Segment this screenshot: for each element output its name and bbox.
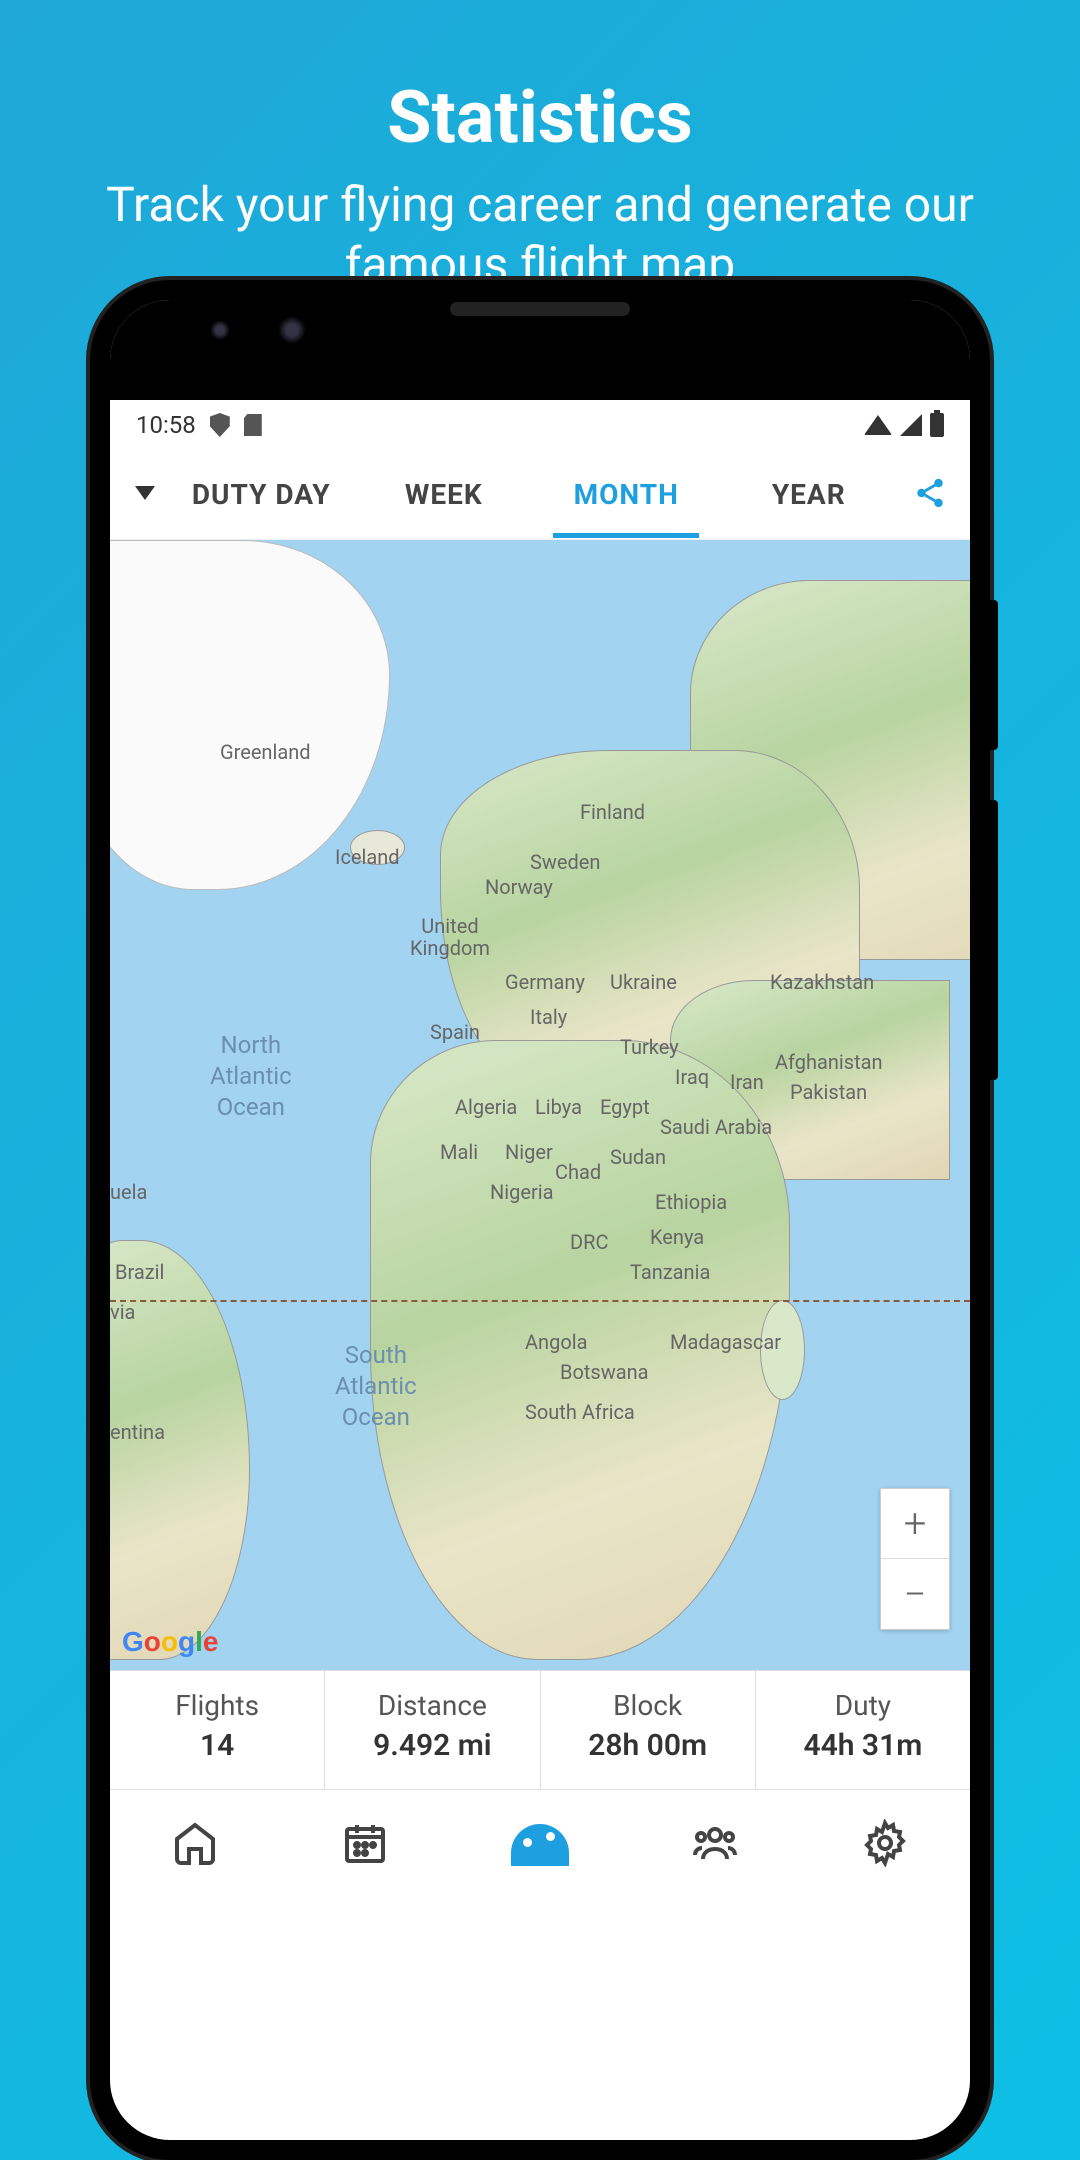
stat-block[interactable]: Block 28h 00m [541,1671,756,1789]
map-label: uela [110,1180,147,1204]
map-label: Germany [505,970,585,994]
stat-value: 44h 31m [756,1728,970,1763]
equator-line [110,1300,970,1302]
battery-icon [930,413,944,437]
map-label: Botswana [560,1360,649,1384]
calendar-icon [341,1819,389,1867]
map-label: Sudan [610,1145,666,1169]
map-label: Turkey [620,1035,679,1059]
map-label: entina [110,1420,165,1444]
map-label: Norway [485,875,553,899]
status-bar: 10:58 [110,400,970,450]
stat-value: 14 [110,1728,324,1763]
nav-home[interactable] [171,1819,219,1871]
chevron-down-icon [135,486,155,500]
people-icon [691,1819,739,1867]
stat-label: Duty [756,1689,970,1722]
tab-year[interactable]: YEAR [718,452,901,537]
period-dropdown[interactable] [120,485,170,504]
map-label: Kenya [650,1225,704,1249]
stat-label: Block [541,1689,755,1722]
map-label: Tanzania [630,1260,710,1284]
map-label: Madagascar [670,1330,781,1354]
flight-map[interactable]: Greenland Iceland Finland Sweden Norway … [110,540,970,1670]
gear-icon [861,1819,909,1867]
tab-month[interactable]: MONTH [535,452,718,537]
map-label: Egypt [600,1095,650,1119]
map-label: Italy [530,1005,567,1029]
map-label: UnitedKingdom [410,915,490,959]
map-label: Afghanistan [775,1050,883,1074]
map-label: Saudi Arabia [660,1115,772,1139]
zoom-out-button[interactable]: − [881,1559,949,1629]
ocean-label-south-atlantic: SouthAtlanticOcean [335,1340,417,1434]
map-label: Libya [535,1095,582,1119]
map-label: Kazakhstan [770,970,874,994]
map-label: Greenland [220,740,311,764]
tab-duty-day[interactable]: DUTY DAY [170,452,353,537]
map-label: Iran [730,1070,764,1094]
share-icon [913,476,947,510]
stat-value: 9.492 mi [325,1728,539,1763]
bottom-nav [110,1790,970,1900]
map-label: Sweden [530,850,600,874]
map-label: Nigeria [490,1180,554,1204]
google-attribution: Google [122,1626,218,1658]
stat-flights[interactable]: Flights 14 [110,1671,325,1789]
shield-icon [210,413,230,437]
dashboard-icon [511,1824,569,1866]
map-label: via [110,1300,135,1324]
map-label: Pakistan [790,1080,867,1104]
map-label: Brazil [115,1260,164,1284]
period-tab-bar: DUTY DAY WEEK MONTH YEAR [110,450,970,540]
promo-title: Statistics [0,0,1080,160]
stat-value: 28h 00m [541,1728,755,1763]
map-label: Iraq [675,1065,709,1089]
wifi-icon [864,415,892,435]
map-label: Iceland [335,845,400,869]
sd-card-icon [244,414,262,436]
tab-week[interactable]: WEEK [353,452,536,537]
nav-settings[interactable] [861,1819,909,1871]
map-label: Finland [580,800,645,824]
share-button[interactable] [900,476,960,514]
stat-label: Distance [325,1689,539,1722]
nav-crew[interactable] [691,1819,739,1871]
map-label: Spain [430,1020,480,1044]
map-label: Ukraine [610,970,677,994]
home-icon [171,1819,219,1867]
map-label: Niger [505,1140,553,1164]
map-label: Ethiopia [655,1190,727,1214]
map-label: DRC [570,1230,608,1254]
stat-label: Flights [110,1689,324,1722]
phone-frame: 10:58 DUTY DAY WEEK MONTH YEAR [90,280,990,2160]
map-label: Mali [440,1140,478,1164]
map-label: Chad [555,1160,601,1184]
zoom-in-button[interactable]: + [881,1489,949,1559]
stat-distance[interactable]: Distance 9.492 mi [325,1671,540,1789]
map-label: Algeria [455,1095,517,1119]
stat-duty[interactable]: Duty 44h 31m [756,1671,970,1789]
promo-subtitle: Track your flying career and generate ou… [0,160,1080,295]
nav-dashboard[interactable] [511,1824,569,1866]
signal-icon [900,414,922,436]
status-time: 10:58 [136,411,196,439]
ocean-label-north-atlantic: NorthAtlanticOcean [210,1030,292,1124]
stats-summary: Flights 14 Distance 9.492 mi Block 28h 0… [110,1670,970,1790]
map-label: Angola [525,1330,587,1354]
map-zoom-controls: + − [880,1488,950,1630]
nav-calendar[interactable] [341,1819,389,1871]
map-label: South Africa [525,1400,635,1424]
